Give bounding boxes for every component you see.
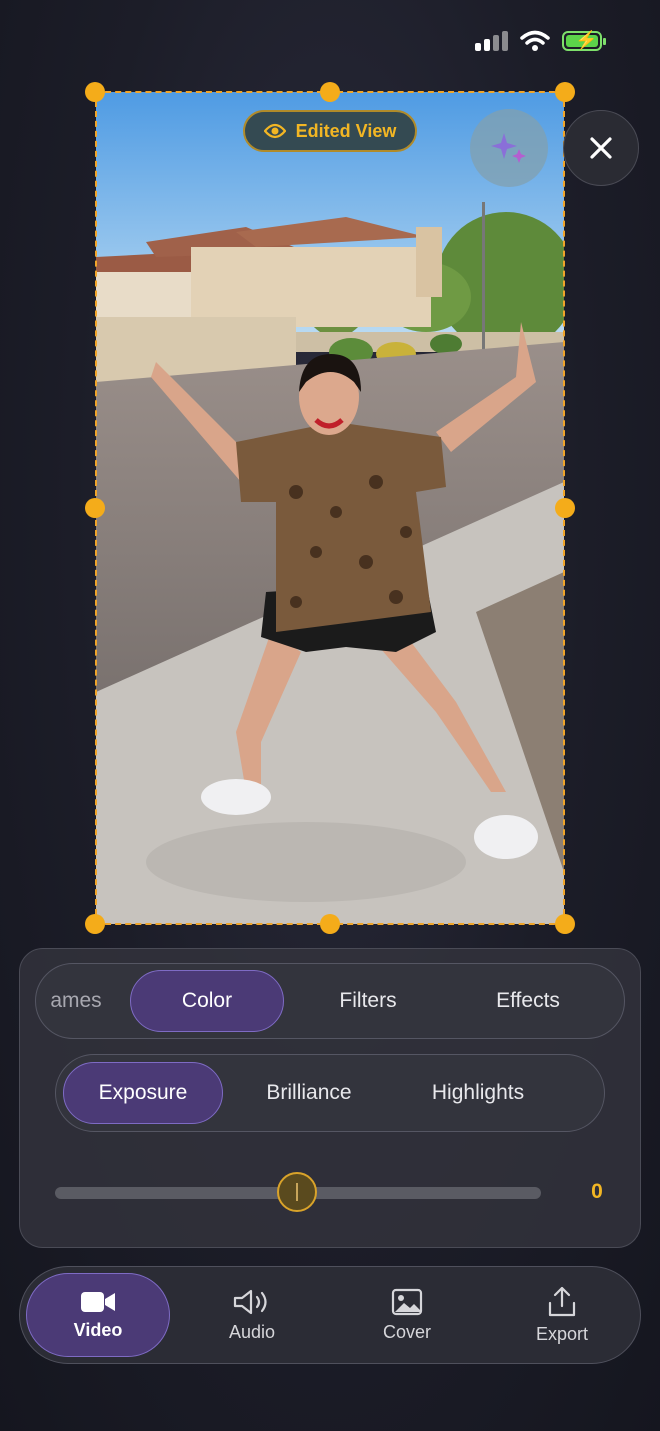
close-button[interactable] xyxy=(563,110,639,186)
sparkle-icon xyxy=(491,133,526,163)
crop-handle-top-center[interactable] xyxy=(320,82,340,102)
category-tabs: ames Color Filters Effects xyxy=(35,963,625,1039)
exposure-slider-thumb[interactable] xyxy=(277,1172,317,1212)
tool-audio[interactable]: Audio xyxy=(182,1267,322,1363)
tab-effects[interactable]: Effects xyxy=(458,964,598,1038)
eye-icon xyxy=(263,123,286,139)
edited-view-toggle[interactable]: Edited View xyxy=(243,110,417,152)
tool-video-label: Video xyxy=(73,1319,123,1340)
share-icon xyxy=(548,1286,576,1316)
battery-charging-icon: ⚡ xyxy=(562,30,606,51)
tab-brilliance[interactable]: Brilliance xyxy=(236,1055,382,1131)
exposure-value: 0 xyxy=(591,1180,603,1203)
cellular-signal-icon xyxy=(475,31,508,51)
close-icon xyxy=(590,137,612,159)
crop-handle-bottom-center[interactable] xyxy=(320,914,340,934)
video-preview[interactable] xyxy=(96,92,564,924)
tool-video[interactable]: Video xyxy=(26,1273,170,1357)
tab-highlights[interactable]: Highlights xyxy=(400,1055,556,1131)
crop-handle-bottom-left[interactable] xyxy=(85,914,105,934)
video-camera-icon xyxy=(81,1291,115,1312)
speaker-icon xyxy=(233,1289,267,1314)
tab-filters[interactable]: Filters xyxy=(298,964,438,1038)
image-icon xyxy=(391,1288,423,1315)
crop-handle-mid-right[interactable] xyxy=(555,498,575,518)
tool-export-label: Export xyxy=(535,1323,589,1344)
tool-export[interactable]: Export xyxy=(492,1267,632,1363)
tool-audio-label: Audio xyxy=(228,1321,276,1342)
crop-handle-top-right[interactable] xyxy=(555,82,575,102)
bottom-toolbar: Video Audio Cover Export xyxy=(19,1266,641,1364)
status-bar: ⚡ xyxy=(475,30,606,52)
tool-cover[interactable]: Cover xyxy=(337,1267,477,1363)
crop-handle-mid-left[interactable] xyxy=(85,498,105,518)
ai-enhance-button[interactable] xyxy=(470,109,548,187)
crop-handle-top-left[interactable] xyxy=(85,82,105,102)
crop-handle-bottom-right[interactable] xyxy=(555,914,575,934)
tab-color[interactable]: Color xyxy=(130,970,284,1032)
tab-frames[interactable]: ames xyxy=(36,964,116,1038)
wifi-icon xyxy=(520,30,550,51)
tool-cover-label: Cover xyxy=(382,1321,431,1342)
edited-view-label: Edited View xyxy=(295,120,397,141)
tab-exposure[interactable]: Exposure xyxy=(63,1062,223,1124)
video-frame-image xyxy=(96,92,564,924)
adjust-tabs: Exposure Brilliance Highlights xyxy=(55,1054,605,1132)
